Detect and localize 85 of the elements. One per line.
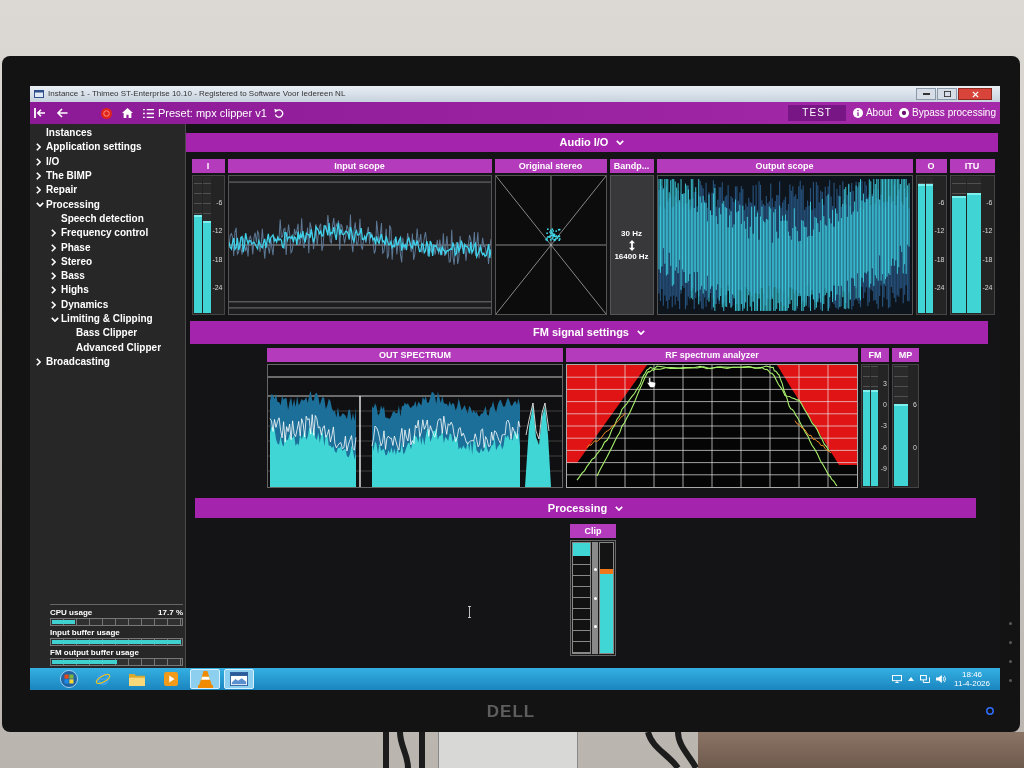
tree-item[interactable]: Bass [51,268,85,284]
test-button[interactable]: TEST [788,105,846,121]
panel-title: Clip [570,524,616,538]
ring-orbit-icon [95,671,111,687]
monitor-button-icon[interactable] [1008,641,1012,644]
bypass-button[interactable]: Bypass processing [899,108,998,118]
brand-logo: DELL [486,702,536,720]
caret-up-icon[interactable] [908,677,915,681]
tree-item[interactable]: Highs [51,283,89,298]
tree-item[interactable]: Processing [36,197,100,212]
tree-item[interactable]: Application settings [36,140,142,155]
maximize-icon [943,91,951,97]
tree-item[interactable]: Dynamics [51,297,109,312]
tree-item[interactable]: Broadcasting [36,354,110,370]
peak-marker [600,568,613,574]
radio-icon [899,108,910,118]
arrow-to-bar-icon[interactable] [34,108,46,118]
monitor-button-icon[interactable] [1008,679,1012,682]
tree-item[interactable]: The BIMP [36,168,92,184]
panel-title: Output scope [656,159,913,173]
record-icon[interactable] [101,107,112,119]
traffic-cone-icon [197,670,213,688]
undo-icon[interactable] [273,108,284,118]
tree-item[interactable]: Phase [51,240,91,255]
hand-cursor-icon [647,377,656,388]
folder-icon [129,672,145,686]
arrow-left-icon[interactable] [56,108,68,118]
panel-title: FM [861,348,889,362]
section-header[interactable]: FM signal settings [190,321,988,344]
play-icon [164,672,178,686]
tree-item[interactable]: Speech detection [51,211,144,227]
text-cursor-icon [468,606,471,618]
panel-title: Bandp... [609,159,654,173]
orb-icon [60,670,78,688]
tree-item[interactable]: Instances [36,126,93,141]
peak-trace [586,412,626,449]
tree-item[interactable]: Repair [36,183,78,198]
usage-label: Input buffer usage [50,629,120,637]
panel-title: MP [892,348,919,362]
tree-item[interactable]: Limiting & Clipping [51,311,153,327]
peak-trace [794,420,832,454]
tree-item[interactable]: I/O [36,154,60,169]
window-title: Instance 1 - Thimeo ST-Enterprise 10.10 - Registered to Software Voor Iedereen NL [48,90,346,98]
list-icon [143,108,154,118]
monitor-icon[interactable] [892,675,903,683]
scale-tick-icon [593,596,597,600]
usage-label: CPU usage [50,609,93,617]
usage-reading: 17.7 % [158,609,183,617]
panel-title: Input scope [227,159,492,173]
high-cutoff-label: 16400 Hz [614,252,649,261]
tree-item[interactable]: Frequency control [51,226,149,241]
section-header[interactable]: Processing [195,498,976,518]
preset-button[interactable]: Preset: mpx clipper v1 [143,107,267,119]
minimize-button[interactable] [916,88,936,100]
tree-item[interactable]: Stereo [51,254,93,269]
scale-tick-icon [593,567,597,571]
close-icon [971,90,979,98]
taskbar-button[interactable] [224,669,254,689]
panel-title: Original stereo [494,159,607,173]
window-tile-icon [34,90,44,98]
minimize-icon [922,93,930,95]
scale-tick-icon [593,625,597,629]
double-arrow-icon [628,239,635,251]
panel-title: ITU [949,159,995,173]
panel-title: RF spectrum analyzer [566,348,858,362]
monitor-button-icon[interactable] [1008,660,1012,663]
section-header[interactable]: Audio I/O [186,133,998,152]
network-icon[interactable] [920,675,931,683]
tree-item[interactable]: Advanced Clipper [66,340,162,355]
speaker-icon[interactable] [936,675,947,683]
app-window-icon [230,672,248,686]
close-button[interactable] [958,88,992,100]
stereo-dots-drawing [544,228,561,242]
panel-title: O [915,159,947,173]
info-icon [852,108,863,118]
maximize-button[interactable] [937,88,957,100]
home-icon[interactable] [122,108,133,118]
panel-title: OUT SPECTRUM [267,348,563,362]
tree-item[interactable]: Bass Clipper [66,326,138,341]
power-light-icon[interactable] [986,707,994,715]
usage-label: FM output buffer usage [50,649,139,657]
monitor-button-icon[interactable] [1008,622,1012,625]
low-cutoff-label: 30 Hz [621,229,642,238]
panel-title: I [191,159,225,173]
about-button[interactable]: About [852,108,893,118]
